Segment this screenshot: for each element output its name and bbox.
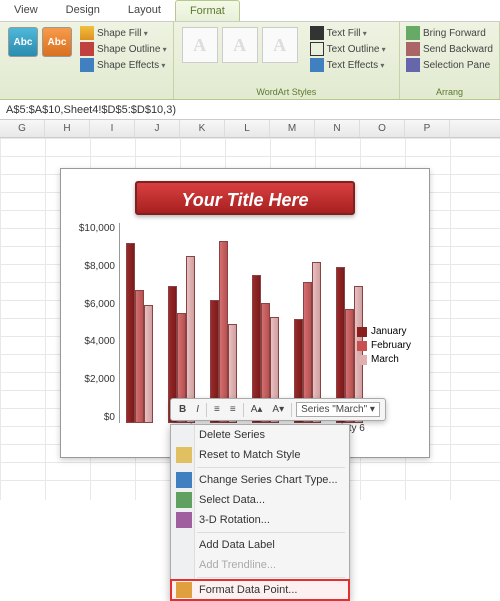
- ribbon-tabs: View Design Layout Format: [0, 0, 500, 22]
- text-effects-button[interactable]: Text Effects: [310, 57, 386, 73]
- tab-view[interactable]: View: [0, 0, 52, 21]
- separator: [197, 532, 345, 533]
- context-menu: Delete Series Reset to Match Style Chang…: [170, 424, 350, 601]
- selection-pane-button[interactable]: Selection Pane: [406, 57, 493, 73]
- menu-select-data[interactable]: Select Data...: [171, 490, 349, 510]
- menu-format-data-point[interactable]: Format Data Point...: [171, 580, 349, 600]
- bold-button[interactable]: B: [176, 403, 189, 416]
- menu-delete-series[interactable]: Delete Series: [171, 425, 349, 445]
- text-fill-button[interactable]: Text Fill: [310, 25, 386, 41]
- col-header[interactable]: I: [90, 120, 135, 137]
- legend-item[interactable]: January: [357, 326, 411, 337]
- align-left-icon[interactable]: ≡: [211, 403, 223, 416]
- chart-bar[interactable]: [135, 290, 144, 423]
- align-center-icon[interactable]: ≡: [227, 403, 239, 416]
- send-backward-button[interactable]: Send Backward: [406, 41, 493, 57]
- tab-design[interactable]: Design: [52, 0, 114, 21]
- col-header[interactable]: N: [315, 120, 360, 137]
- text-outline-icon: [310, 42, 324, 56]
- menu-add-data-label[interactable]: Add Data Label: [171, 535, 349, 555]
- chart-bar[interactable]: [144, 305, 153, 423]
- text-outline-button[interactable]: Text Outline: [310, 41, 386, 57]
- formula-bar[interactable]: A$5:$A$10,Sheet4!$D$5:$D$10,3): [0, 100, 500, 120]
- shape-fill-button[interactable]: Shape Fill: [80, 25, 167, 41]
- series-selector[interactable]: Series "March" ▾: [296, 402, 380, 417]
- separator: [197, 577, 345, 578]
- arrange-group-label: Arrang: [400, 87, 499, 97]
- cells-area[interactable]: // gridlines drawn later after binding Y…: [0, 138, 500, 500]
- italic-button[interactable]: I: [193, 403, 202, 416]
- menu-reset-style[interactable]: Reset to Match Style: [171, 445, 349, 465]
- wordart-group-label: WordArt Styles: [174, 87, 399, 97]
- text-effects-icon: [310, 58, 324, 72]
- menu-add-trendline: Add Trendline...: [171, 555, 349, 575]
- legend-swatch-icon: [357, 327, 367, 337]
- spreadsheet-grid: G H I J K L M N O P // gridlines drawn l…: [0, 120, 500, 500]
- column-headers: G H I J K L M N O P: [0, 120, 500, 138]
- selection-pane-icon: [406, 58, 420, 72]
- font-increase-icon[interactable]: A▴: [248, 403, 266, 416]
- shape-style-blue[interactable]: Abc: [8, 27, 38, 57]
- separator: [291, 403, 292, 417]
- chart-bar[interactable]: [219, 241, 228, 423]
- ribbon: Abc Abc Shape Fill Shape Outline Shape E…: [0, 22, 500, 100]
- chart-y-axis: $10,000 $8,000 $6,000 $4,000 $2,000 $0: [69, 223, 119, 423]
- shape-effects-button[interactable]: Shape Effects: [80, 57, 167, 73]
- tab-layout[interactable]: Layout: [114, 0, 175, 21]
- separator: [206, 403, 207, 417]
- separator: [243, 403, 244, 417]
- format-icon: [176, 582, 192, 598]
- wordart-style-2[interactable]: A: [222, 27, 258, 63]
- paint-bucket-icon: [80, 26, 94, 40]
- formula-text: A$5:$A$10,Sheet4!$D$5:$D$10,3): [6, 104, 176, 116]
- col-header[interactable]: L: [225, 120, 270, 137]
- chart-type-icon: [176, 472, 192, 488]
- font-decrease-icon[interactable]: A▾: [269, 403, 287, 416]
- col-header[interactable]: P: [405, 120, 450, 137]
- menu-3d-rotation[interactable]: 3-D Rotation...: [171, 510, 349, 530]
- legend-swatch-icon: [357, 355, 367, 365]
- send-backward-icon: [406, 42, 420, 56]
- text-fill-icon: [310, 26, 324, 40]
- col-header[interactable]: M: [270, 120, 315, 137]
- col-header[interactable]: G: [0, 120, 45, 137]
- col-header[interactable]: O: [360, 120, 405, 137]
- col-header[interactable]: H: [45, 120, 90, 137]
- legend-item[interactable]: February: [357, 340, 411, 351]
- legend-item[interactable]: March: [357, 354, 411, 365]
- legend-swatch-icon: [357, 341, 367, 351]
- bring-forward-icon: [406, 26, 420, 40]
- effects-icon: [80, 58, 94, 72]
- mini-toolbar: B I ≡ ≡ A▴ A▾ Series "March" ▾: [170, 398, 386, 421]
- col-header[interactable]: J: [135, 120, 180, 137]
- shape-style-orange[interactable]: Abc: [42, 27, 72, 57]
- chart-title[interactable]: Your Title Here: [135, 181, 355, 215]
- wordart-style-3[interactable]: A: [262, 27, 298, 63]
- col-header[interactable]: K: [180, 120, 225, 137]
- separator: [197, 467, 345, 468]
- chart-bar[interactable]: [126, 243, 135, 424]
- reset-icon: [176, 447, 192, 463]
- wordart-style-1[interactable]: A: [182, 27, 218, 63]
- menu-change-chart-type[interactable]: Change Series Chart Type...: [171, 470, 349, 490]
- tab-format[interactable]: Format: [175, 0, 240, 21]
- rotation-3d-icon: [176, 512, 192, 528]
- chart-plot-area[interactable]: $10,000 $8,000 $6,000 $4,000 $2,000 $0 J…: [69, 223, 421, 423]
- bring-forward-button[interactable]: Bring Forward: [406, 25, 493, 41]
- chart-legend[interactable]: January February March: [357, 323, 411, 368]
- shape-outline-button[interactable]: Shape Outline: [80, 41, 167, 57]
- pencil-icon: [80, 42, 94, 56]
- select-data-icon: [176, 492, 192, 508]
